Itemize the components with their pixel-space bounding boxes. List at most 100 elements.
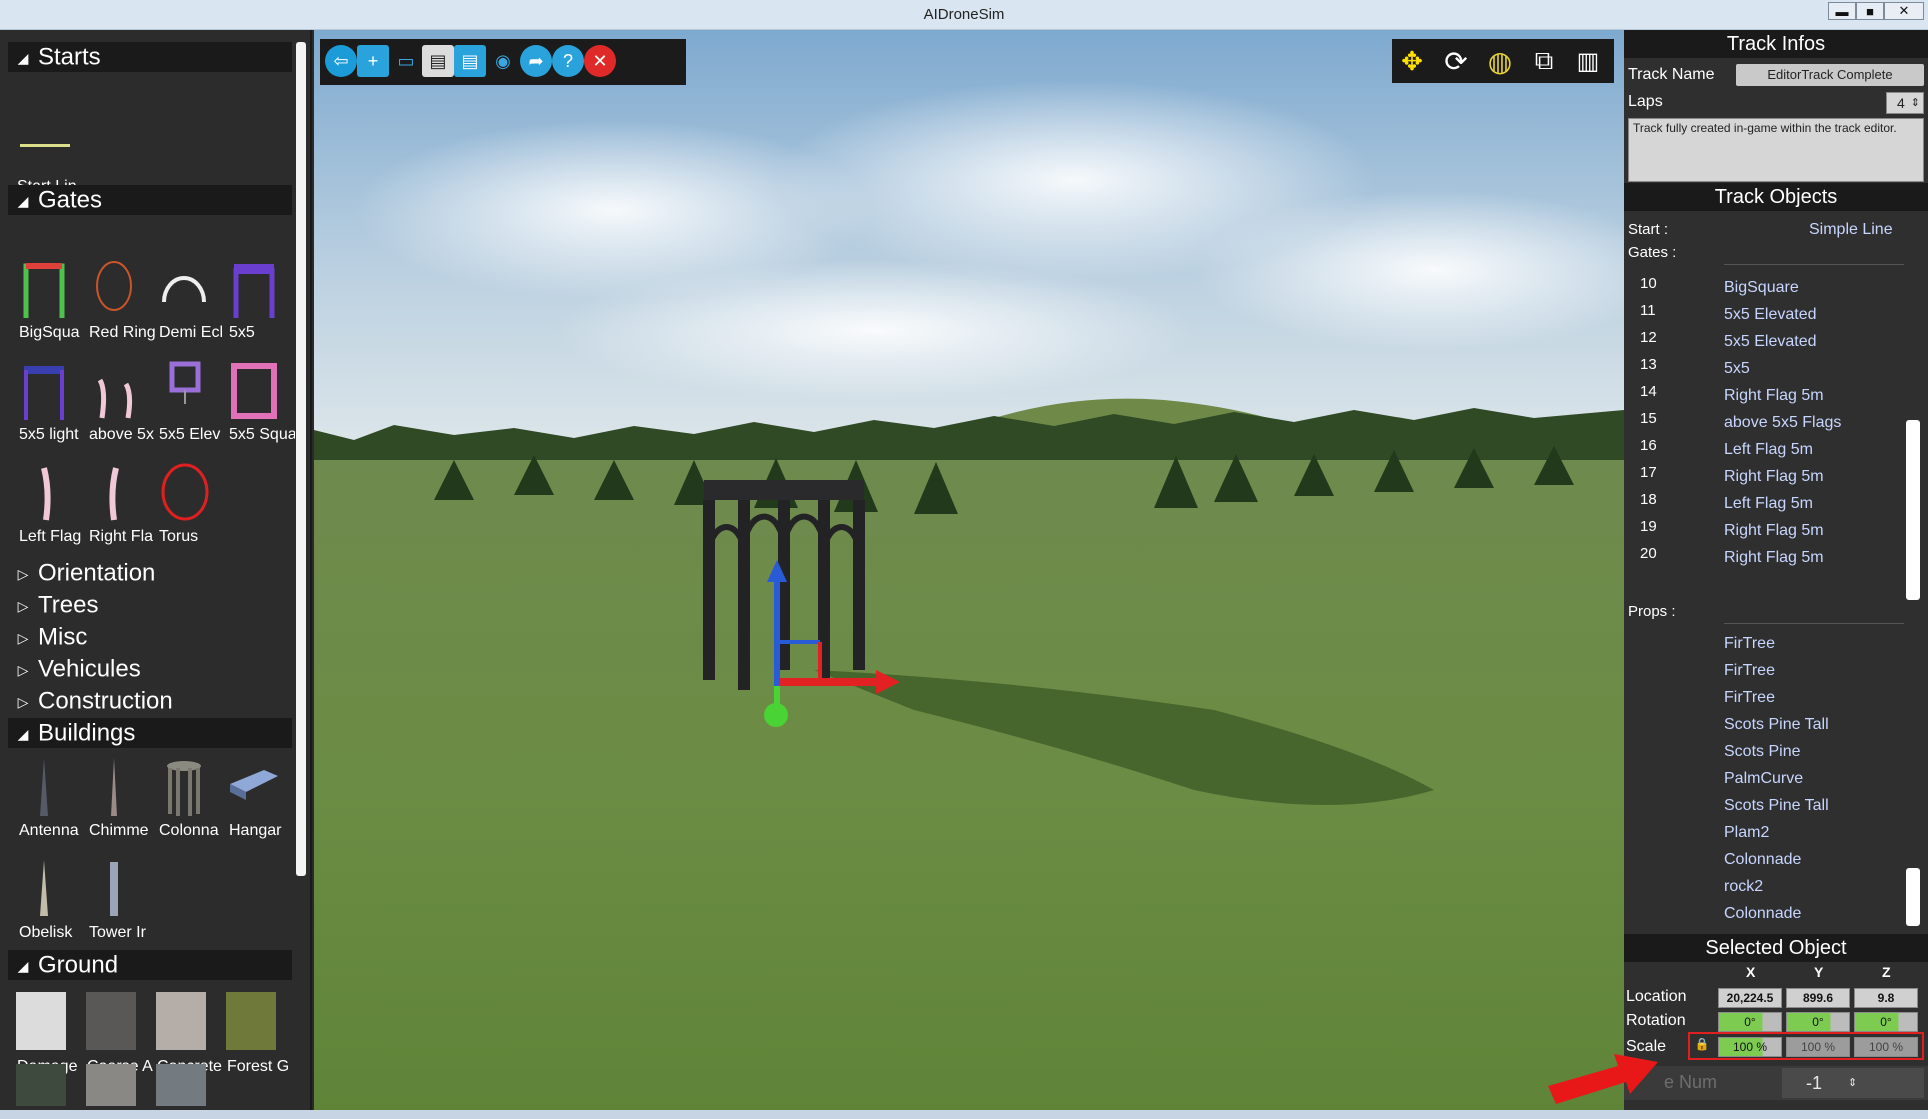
section-vehicules[interactable]: ▷ Vehicules bbox=[8, 654, 292, 684]
item-texture-row-partial[interactable] bbox=[156, 1064, 206, 1106]
gate-name[interactable]: 5x5 Elevated bbox=[1724, 333, 1817, 351]
item-5x5[interactable]: 5x5 bbox=[220, 258, 290, 348]
track-description-field[interactable]: Track fully created in-game within the t… bbox=[1628, 118, 1924, 182]
props-scrollbar[interactable] bbox=[1906, 868, 1920, 926]
item-demi-eclipse[interactable]: Demi Ecl bbox=[150, 258, 223, 348]
window-close-button[interactable]: ✕ bbox=[1884, 2, 1924, 20]
item-hangar[interactable]: Hangar bbox=[220, 756, 290, 846]
gate-name[interactable]: Right Flag 5m bbox=[1724, 522, 1824, 540]
section-gates[interactable]: ◢ Gates bbox=[8, 185, 292, 215]
scene[interactable] bbox=[314, 30, 1624, 1113]
scale-lock-icon[interactable]: 🔒 bbox=[1694, 1037, 1710, 1055]
item-texture-row-partial[interactable] bbox=[86, 1064, 136, 1106]
collapsed-triangle-icon: ▷ bbox=[17, 661, 29, 678]
minimize-button[interactable]: ▬ bbox=[1828, 2, 1856, 20]
open-folder-icon[interactable]: ▭ bbox=[390, 45, 422, 77]
item-right-flag[interactable]: Right Fla bbox=[80, 462, 153, 552]
track-objects-header: Track Objects bbox=[1624, 183, 1928, 211]
item-chimney[interactable]: Chimme bbox=[80, 756, 150, 846]
item-red-ring[interactable]: Red Ring bbox=[80, 258, 155, 348]
gate-name[interactable]: 5x5 Elevated bbox=[1724, 306, 1817, 324]
gate-name[interactable]: Left Flag 5m bbox=[1724, 441, 1813, 459]
gate-name[interactable]: BigSquare bbox=[1724, 279, 1799, 297]
item-5x5-light[interactable]: 5x5 light bbox=[10, 360, 80, 450]
section-starts[interactable]: ◢ Starts bbox=[8, 42, 292, 72]
share-icon[interactable]: ➦ bbox=[520, 45, 552, 77]
world-space-icon[interactable]: ◍ bbox=[1482, 43, 1518, 79]
5x5-elevated-icon bbox=[169, 361, 201, 404]
location-x-field[interactable]: 20,224.5 bbox=[1718, 988, 1782, 1008]
save-icon[interactable]: ▤ bbox=[422, 45, 454, 77]
prop-item[interactable]: rock2 bbox=[1724, 878, 1763, 896]
item-colonnade[interactable]: Colonna bbox=[150, 756, 220, 846]
prop-item[interactable]: Scots Pine Tall bbox=[1724, 716, 1829, 734]
exit-editor-icon[interactable]: ⇦ bbox=[325, 45, 357, 77]
prop-item[interactable]: FirTree bbox=[1724, 635, 1775, 653]
scale-x-field[interactable]: 100 % bbox=[1718, 1037, 1782, 1057]
item-5x5-square[interactable]: 5x5 Squa bbox=[220, 360, 295, 450]
gates-scrollbar[interactable] bbox=[1906, 420, 1920, 600]
section-ground[interactable]: ◢ Ground bbox=[8, 950, 292, 980]
screenshot-icon[interactable]: ◉ bbox=[487, 45, 519, 77]
duplicate-icon[interactable]: ⧉ bbox=[1526, 43, 1562, 79]
rotation-y-field[interactable]: 0° bbox=[1786, 1012, 1850, 1032]
3d-viewport[interactable]: ⇦ + ▭ ▤ ▤ ◉ ➦ ? ✕ ✥ ⟳ ◍ ⧉ ▥ bbox=[314, 30, 1624, 1113]
rotation-z-field[interactable]: 0° bbox=[1854, 1012, 1918, 1032]
location-y-field[interactable]: 899.6 bbox=[1786, 988, 1850, 1008]
gate-num-field[interactable]: -1 ⇕ bbox=[1782, 1068, 1924, 1098]
section-orientation[interactable]: ▷ Orientation bbox=[8, 558, 292, 588]
gate-name[interactable]: above 5x5 Flags bbox=[1724, 414, 1841, 432]
5x5-light-gate-icon bbox=[24, 366, 64, 420]
item-forest-ground[interactable]: Forest G bbox=[220, 992, 290, 1082]
close-icon[interactable]: ✕ bbox=[584, 45, 616, 77]
prop-item[interactable]: Scots Pine bbox=[1724, 743, 1800, 761]
new-track-icon[interactable]: + bbox=[357, 45, 389, 77]
item-texture-row-partial[interactable] bbox=[16, 1064, 66, 1106]
item-above-5x5[interactable]: above 5x bbox=[80, 360, 154, 450]
gate-name[interactable]: Right Flag 5m bbox=[1724, 468, 1824, 486]
gate-name[interactable]: Left Flag 5m bbox=[1724, 495, 1813, 513]
rotate-icon[interactable]: ⟳ bbox=[1438, 43, 1474, 79]
item-5x5-elevated[interactable]: 5x5 Elev bbox=[150, 360, 220, 450]
item-left-flag[interactable]: Left Flag bbox=[10, 462, 81, 552]
prop-item[interactable]: Colonnade bbox=[1724, 851, 1801, 869]
move-gizmo-icon[interactable]: ✥ bbox=[1394, 43, 1430, 79]
library-scrollbar-thumb[interactable] bbox=[296, 42, 306, 876]
library-scrollbar[interactable] bbox=[296, 42, 306, 876]
maximize-button[interactable]: ■ bbox=[1856, 2, 1884, 20]
gate-name[interactable]: 5x5 bbox=[1724, 360, 1750, 378]
save-as-icon[interactable]: ▤ bbox=[454, 45, 486, 77]
item-torus[interactable]: Torus bbox=[150, 462, 220, 552]
section-buildings[interactable]: ◢ Buildings bbox=[8, 718, 292, 748]
prop-item[interactable]: PalmCurve bbox=[1724, 770, 1803, 788]
track-name-field[interactable]: EditorTrack Complete bbox=[1736, 64, 1924, 86]
section-trees[interactable]: ▷ Trees bbox=[8, 590, 292, 620]
item-label: Right Fla bbox=[89, 528, 154, 545]
item-bigsquare[interactable]: BigSqua bbox=[10, 258, 80, 348]
help-icon[interactable]: ? bbox=[552, 45, 584, 77]
item-tower[interactable]: Tower Ir bbox=[80, 858, 150, 948]
start-value[interactable]: Simple Line bbox=[1809, 221, 1893, 239]
gate-name[interactable]: Right Flag 5m bbox=[1724, 549, 1824, 567]
location-z-field[interactable]: 9.8 bbox=[1854, 988, 1918, 1008]
item-obelisk[interactable]: Obelisk bbox=[10, 858, 80, 948]
scale-y-field[interactable]: 100 % bbox=[1786, 1037, 1850, 1057]
prop-item[interactable]: Scots Pine Tall bbox=[1724, 797, 1829, 815]
item-antenna[interactable]: Antenna bbox=[10, 756, 80, 846]
rotation-x-field[interactable]: 0° bbox=[1718, 1012, 1782, 1032]
stepper-icon: ⇕ bbox=[1848, 1077, 1858, 1089]
section-misc[interactable]: ▷ Misc bbox=[8, 622, 292, 652]
prop-item[interactable]: FirTree bbox=[1724, 662, 1775, 680]
prop-item[interactable]: Plam2 bbox=[1724, 824, 1769, 842]
gate-name[interactable]: Right Flag 5m bbox=[1724, 387, 1824, 405]
expanded-triangle-icon: ◢ bbox=[17, 957, 29, 974]
prop-item[interactable]: Colonnade bbox=[1724, 905, 1801, 923]
gate-number: 19 bbox=[1640, 518, 1657, 535]
gate-num-value: -1 bbox=[1806, 1073, 1823, 1093]
prop-item[interactable]: FirTree bbox=[1724, 689, 1775, 707]
delete-icon[interactable]: ▥ bbox=[1570, 43, 1606, 79]
item-start-line[interactable]: Start Lin bbox=[10, 100, 80, 195]
section-construction[interactable]: ▷ Construction bbox=[8, 686, 292, 716]
laps-stepper[interactable]: 4 ⇕ bbox=[1886, 92, 1924, 114]
scale-z-field[interactable]: 100 % bbox=[1854, 1037, 1918, 1057]
